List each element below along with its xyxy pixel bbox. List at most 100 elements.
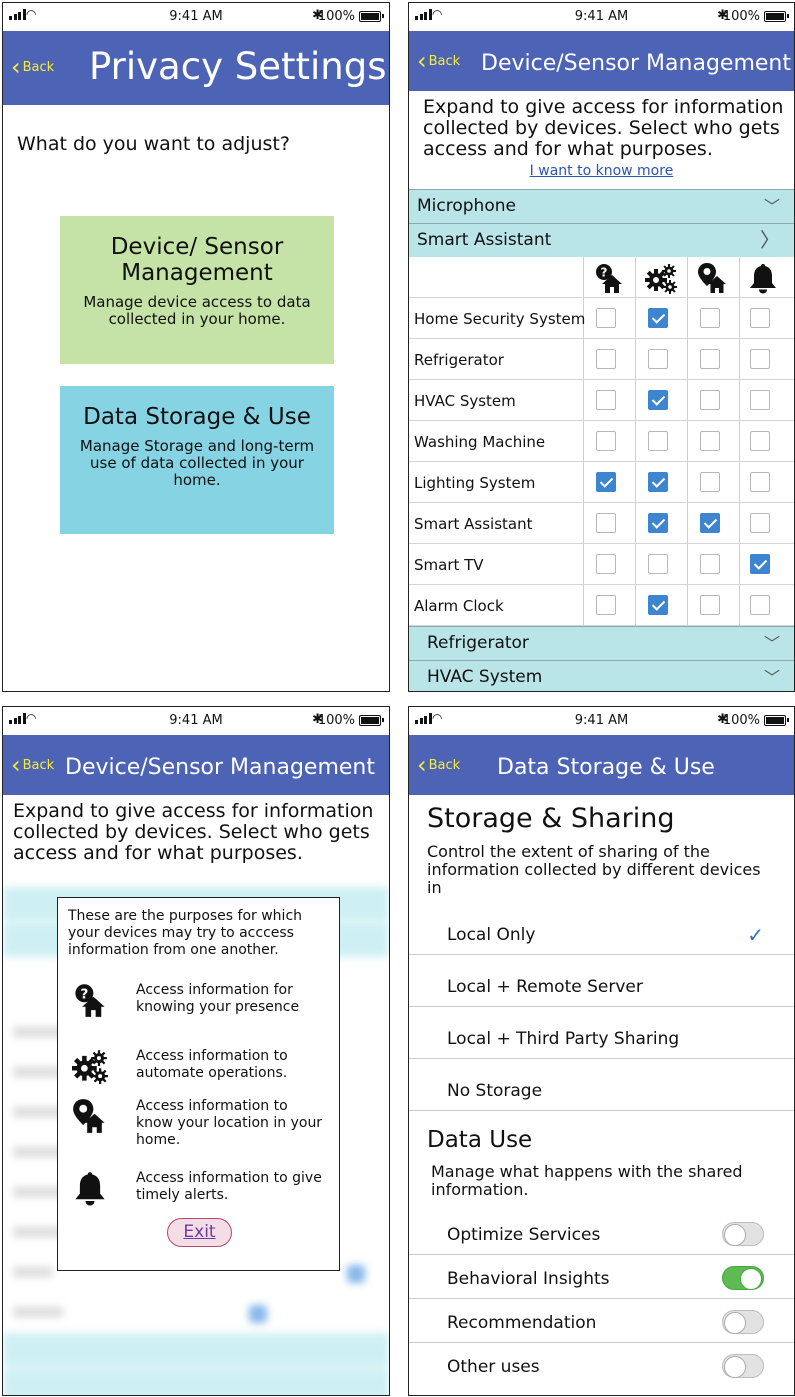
purpose-automation: Access information to automate operation…	[72, 1048, 332, 1098]
back-label: Back	[22, 757, 55, 773]
permission-checkbox[interactable]	[596, 308, 616, 328]
blurred-row	[13, 1307, 63, 1317]
nav-bar: ‹ Back Privacy Settings	[3, 31, 389, 105]
option-no-storage[interactable]: No Storage	[409, 1059, 794, 1111]
page-title: Device/Sensor Management	[65, 755, 375, 780]
permission-checkbox[interactable]	[750, 472, 770, 492]
permission-checkbox[interactable]	[750, 349, 770, 369]
permission-checkbox[interactable]	[596, 472, 616, 492]
toggle-row-behavioral-insights: Behavioral Insights	[409, 1255, 794, 1299]
chevron-down-icon: ﹀	[763, 634, 780, 653]
permission-checkbox[interactable]	[648, 513, 668, 533]
section-microphone[interactable]: Microphone ﹀	[409, 189, 794, 223]
device-name: HVAC System	[414, 392, 516, 410]
recommendation-toggle[interactable]	[722, 1310, 764, 1334]
storage-sharing-description: Control the extent of sharing of the inf…	[427, 842, 761, 897]
permission-checkbox[interactable]	[750, 308, 770, 328]
permission-checkbox[interactable]	[750, 554, 770, 574]
blurred-checkbox	[249, 1305, 267, 1323]
blurred-row	[13, 1067, 63, 1077]
optimize-services-toggle[interactable]	[722, 1222, 764, 1246]
toggle-label: Recommendation	[447, 1313, 597, 1333]
learn-more-link[interactable]: I want to know more	[409, 163, 794, 179]
permission-checkbox[interactable]	[596, 349, 616, 369]
section-label: Refrigerator	[427, 633, 529, 653]
page-title: Privacy Settings	[89, 45, 387, 88]
permission-checkbox[interactable]	[596, 390, 616, 410]
permission-checkbox[interactable]	[750, 595, 770, 615]
permission-checkbox[interactable]	[750, 390, 770, 410]
tile-description: Manage device access to data collected i…	[83, 293, 311, 328]
back-button[interactable]: ‹ Back	[417, 753, 460, 777]
permission-checkbox[interactable]	[648, 349, 668, 369]
toggle-label: Optimize Services	[447, 1225, 601, 1245]
purpose-alert: Access information to give timely alerts…	[72, 1170, 332, 1220]
toggle-row-recommendation: Recommendation	[409, 1299, 794, 1343]
screen-privacy-settings: ◠ 9:41 AM ✱ 100% ‹ Back Privacy Settings …	[2, 2, 390, 692]
page-title: Data Storage & Use	[497, 755, 715, 780]
intro-text: Expand to give access for information co…	[13, 800, 374, 864]
back-button[interactable]: ‹ Back	[11, 55, 54, 79]
permission-checkbox[interactable]	[596, 595, 616, 615]
status-bar: ◠ 9:41 AM ✱ 100%	[409, 3, 794, 31]
option-local-only[interactable]: Local Only ✓	[409, 903, 794, 955]
option-local-remote-server[interactable]: Local + Remote Server	[409, 955, 794, 1007]
popup-intro: These are the purposes for which your de…	[68, 908, 303, 958]
device-name: Washing Machine	[414, 433, 546, 451]
permission-checkbox[interactable]	[700, 308, 720, 328]
back-label: Back	[22, 59, 55, 75]
battery-percent: 100%	[317, 9, 355, 24]
blurred-row	[13, 1267, 53, 1277]
permission-checkbox[interactable]	[700, 431, 720, 451]
adjust-question: What do you want to adjust?	[17, 133, 290, 155]
permission-checkbox[interactable]	[648, 431, 668, 451]
permission-checkbox[interactable]	[700, 472, 720, 492]
device-name: Home Security System	[414, 310, 586, 328]
permission-checkbox[interactable]	[700, 595, 720, 615]
section-hvac-system[interactable]: HVAC System ﹀	[409, 660, 794, 691]
chevron-right-icon: 〉	[760, 228, 780, 252]
permission-checkbox[interactable]	[750, 431, 770, 451]
permission-checkbox[interactable]	[648, 595, 668, 615]
permission-checkbox[interactable]	[596, 554, 616, 574]
battery-percent: 100%	[722, 713, 760, 728]
screen-device-sensor-management: ◠ 9:41 AM ✱ 100% ‹ Back Device/Sensor Man…	[408, 2, 795, 692]
option-label: No Storage	[447, 1081, 543, 1101]
permission-checkbox[interactable]	[648, 390, 668, 410]
option-label: Local + Remote Server	[447, 977, 643, 997]
device-name: Smart TV	[414, 556, 484, 574]
permission-checkbox[interactable]	[596, 431, 616, 451]
back-button[interactable]: ‹ Back	[11, 753, 54, 777]
other-uses-toggle[interactable]	[722, 1354, 764, 1378]
device-row: Lighting System	[409, 462, 794, 503]
permission-checkbox[interactable]	[700, 554, 720, 574]
permission-checkbox[interactable]	[648, 472, 668, 492]
data-storage-use-tile[interactable]: Data Storage & Use Manage Storage and lo…	[60, 386, 334, 534]
section-refrigerator[interactable]: Refrigerator ﹀	[409, 626, 794, 660]
permission-checkbox[interactable]	[596, 513, 616, 533]
toggle-label: Other uses	[447, 1357, 540, 1377]
back-button[interactable]: ‹ Back	[417, 49, 460, 73]
battery-icon	[764, 715, 789, 726]
screen-data-storage-use: ◠ 9:41 AM ✱ 100% ‹ Back Data Storage & Us…	[408, 706, 795, 1396]
permission-checkbox[interactable]	[648, 554, 668, 574]
purposes-popup: These are the purposes for which your de…	[57, 897, 340, 1271]
purpose-text: Access information for knowing your pres…	[136, 982, 300, 1015]
toggle-row-other-uses: Other uses	[409, 1343, 794, 1387]
blurred-checkbox	[347, 1265, 365, 1283]
permission-checkbox[interactable]	[700, 513, 720, 533]
permission-checkbox[interactable]	[750, 513, 770, 533]
chevron-down-icon: ﹀	[763, 197, 780, 216]
option-local-third-party[interactable]: Local + Third Party Sharing	[409, 1007, 794, 1059]
permission-checkbox[interactable]	[648, 308, 668, 328]
exit-button[interactable]: Exit	[167, 1218, 232, 1247]
behavioral-insights-toggle[interactable]	[722, 1266, 764, 1290]
device-sensor-management-tile[interactable]: Device/ Sensor Management Manage device …	[60, 216, 334, 364]
permission-checkbox[interactable]	[700, 349, 720, 369]
permission-checkbox[interactable]	[700, 390, 720, 410]
presence-icon	[72, 982, 108, 1018]
device-row: HVAC System	[409, 380, 794, 421]
section-smart-assistant[interactable]: Smart Assistant 〉	[409, 223, 794, 257]
nav-bar: ‹ Back Device/Sensor Management	[409, 31, 794, 91]
device-row: Washing Machine	[409, 421, 794, 462]
